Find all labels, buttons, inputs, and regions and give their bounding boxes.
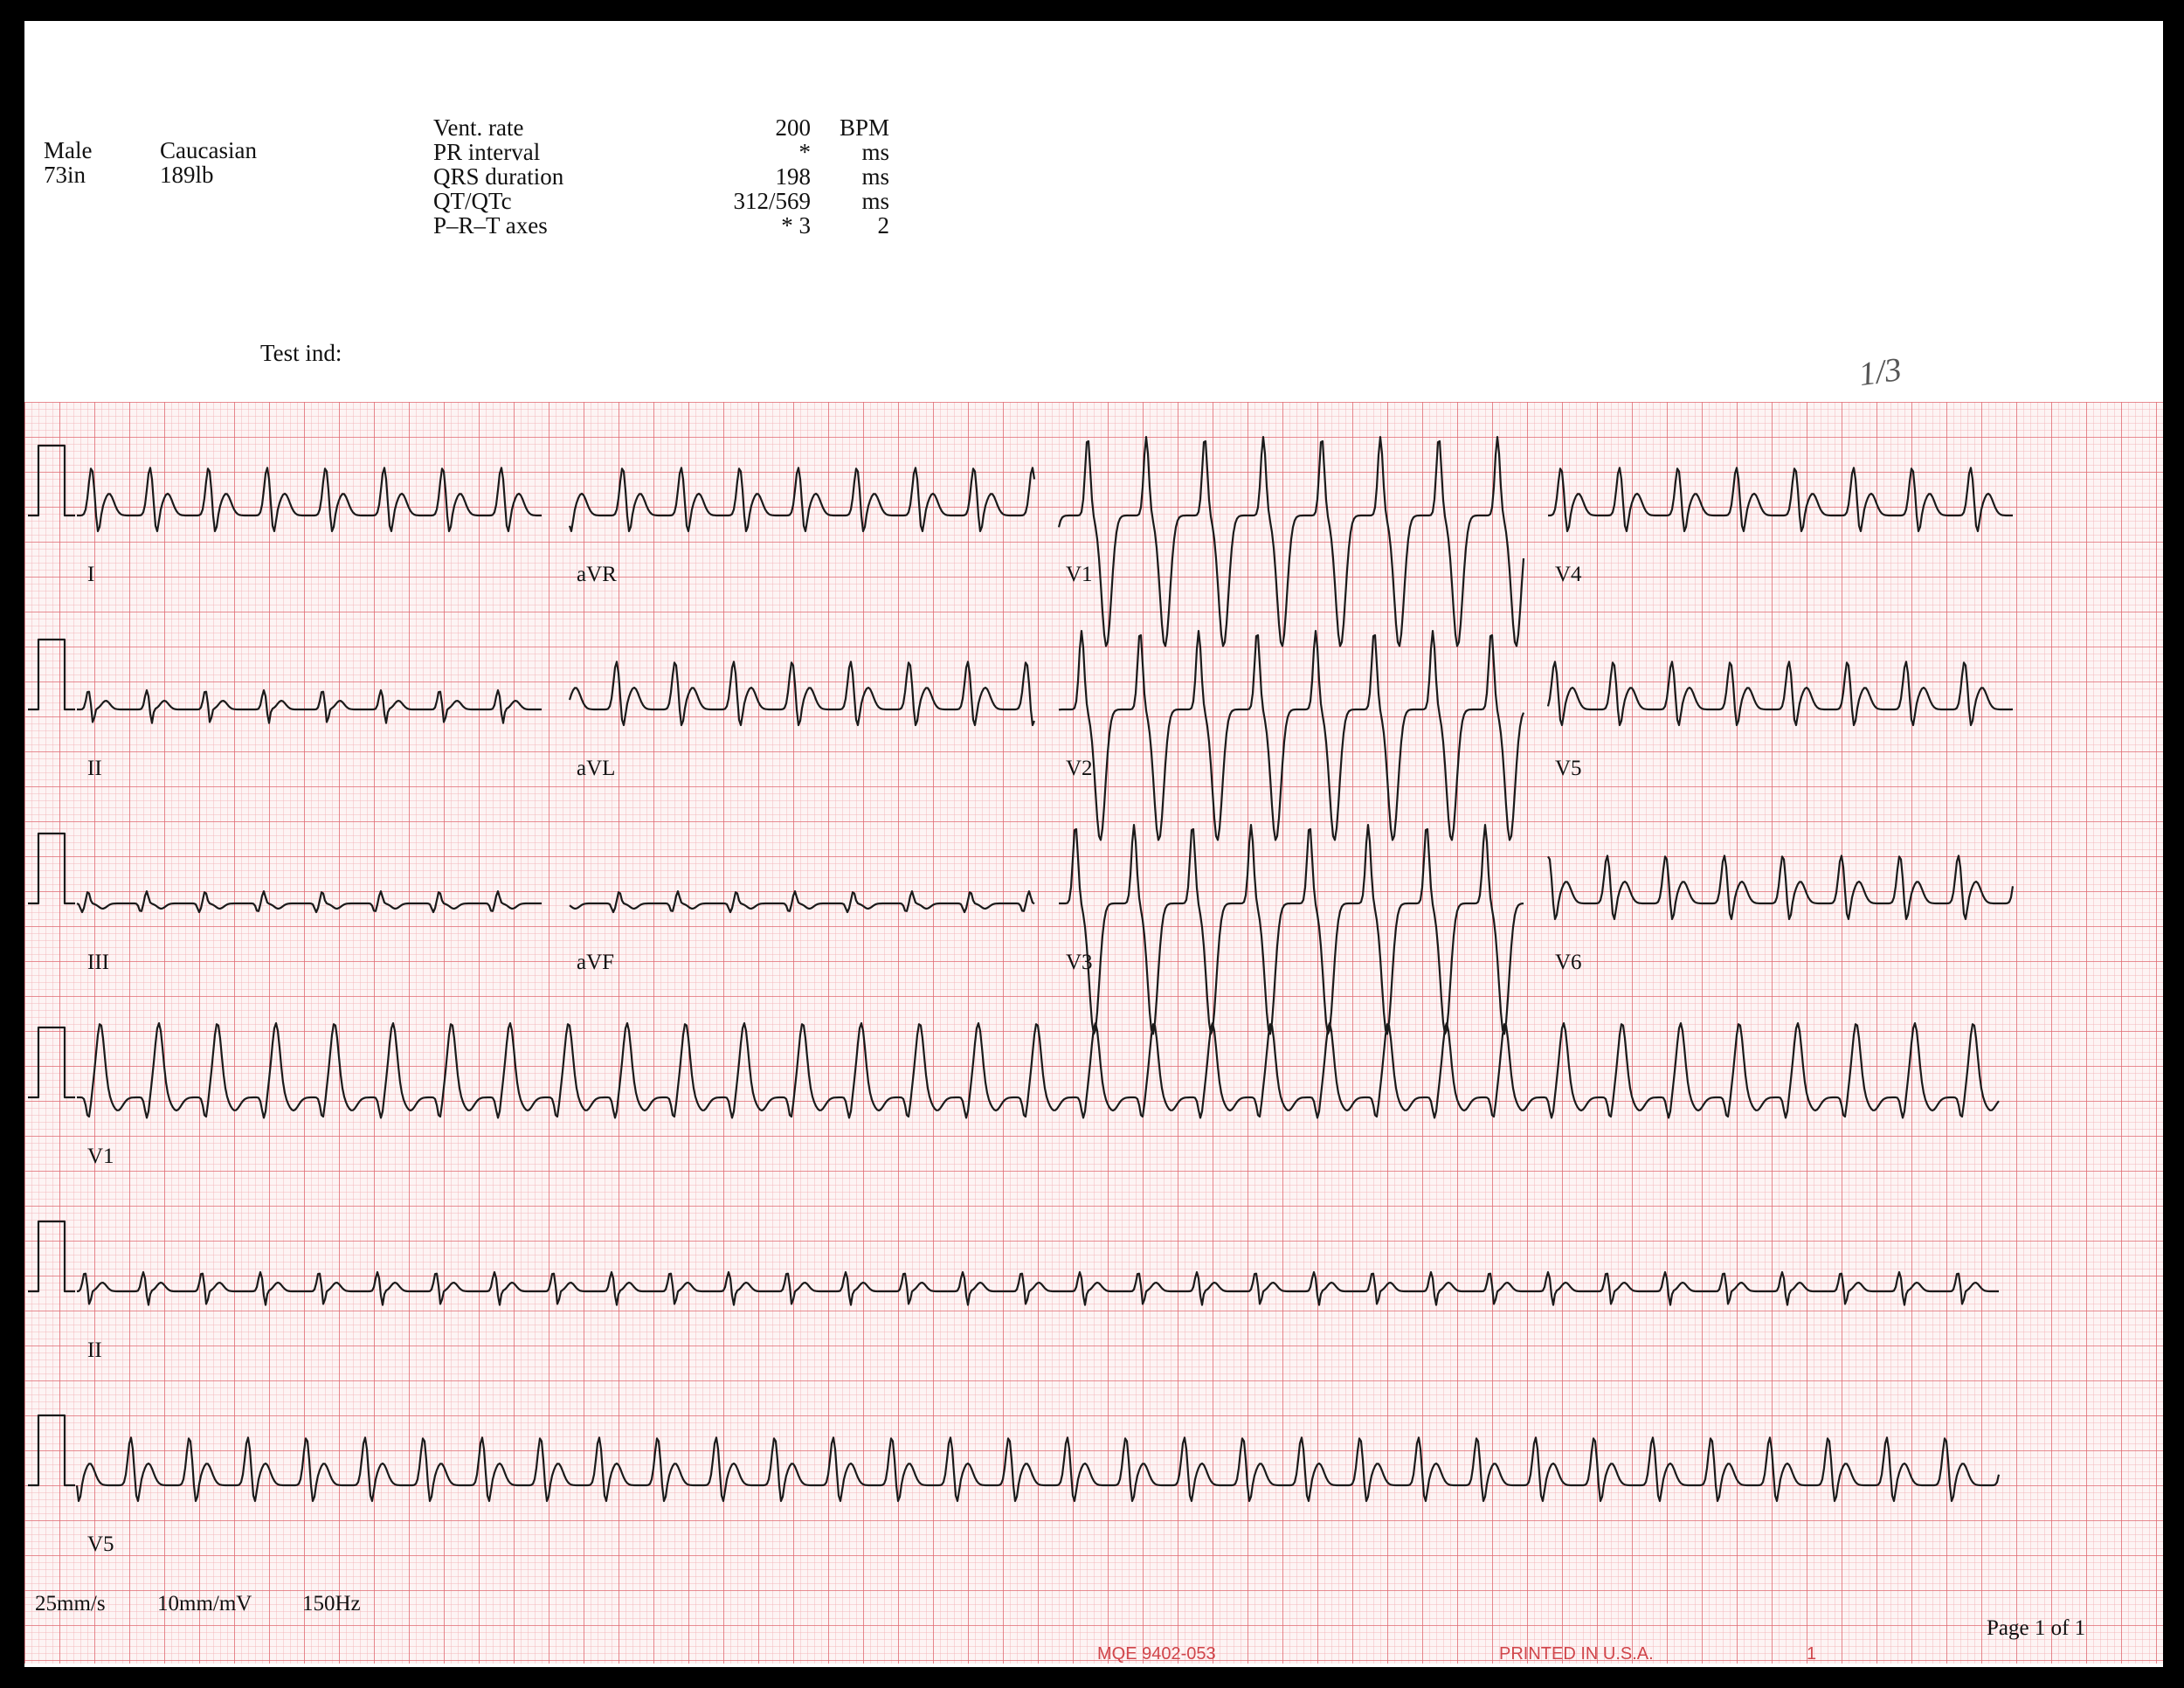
ecg-report-sheet: Male Caucasian 73in 189lb Vent. rate 200… bbox=[24, 21, 2163, 1667]
rhythm-label-II: II bbox=[87, 1339, 102, 1362]
lead-label-V3: V3 bbox=[1066, 951, 1093, 974]
lead-label-V6: V6 bbox=[1555, 951, 1582, 974]
filter: 150Hz bbox=[302, 1592, 361, 1615]
rhythm-label-V1: V1 bbox=[87, 1145, 114, 1168]
measure-value-vent-rate: 200 bbox=[775, 114, 812, 141]
measure-label-qt: QT/QTc bbox=[433, 188, 512, 214]
rhythm-label-V5: V5 bbox=[87, 1532, 114, 1556]
test-ind-label: Test ind: bbox=[260, 340, 342, 366]
lead-label-aVL: aVL bbox=[577, 757, 616, 780]
paper-speed: 25mm/s bbox=[35, 1592, 106, 1615]
handwritten-note: 1/3 bbox=[1856, 350, 1904, 394]
footer-page-number: 1 bbox=[1807, 1644, 1817, 1664]
measure-unit-qt: ms bbox=[861, 188, 889, 214]
measure-unit-qrs: ms bbox=[861, 163, 889, 190]
lead-label-I: I bbox=[87, 563, 95, 586]
measure-unit-vent-rate: BPM bbox=[839, 114, 889, 141]
patient-sex: Male bbox=[44, 137, 93, 163]
measure-value-qt: 312/569 bbox=[733, 188, 811, 214]
gain: 10mm/mV bbox=[157, 1592, 252, 1615]
measure-value-pr: * bbox=[798, 139, 812, 165]
measure-label-axes: P–R–T axes bbox=[433, 212, 548, 239]
patient-height: 73in bbox=[44, 162, 86, 188]
form-code: MQE 9402-053 bbox=[1097, 1644, 1216, 1664]
patient-weight: 189lb bbox=[160, 162, 214, 188]
lead-label-V1: V1 bbox=[1066, 563, 1093, 586]
lead-label-V5: V5 bbox=[1555, 757, 1582, 780]
lead-label-V4: V4 bbox=[1555, 563, 1582, 586]
page-indicator: Page 1 of 1 bbox=[1987, 1616, 2086, 1640]
lead-label-II: II bbox=[87, 757, 102, 780]
measure-unit-axes: 2 bbox=[877, 212, 890, 239]
measure-label-vent-rate: Vent. rate bbox=[433, 114, 524, 141]
measure-value-qrs: 198 bbox=[775, 163, 812, 190]
measure-label-pr: PR interval bbox=[433, 139, 541, 165]
ecg-strip bbox=[24, 402, 2163, 1664]
measure-unit-pr: ms bbox=[861, 139, 889, 165]
patient-race: Caucasian bbox=[160, 137, 257, 163]
measure-label-qrs: QRS duration bbox=[433, 163, 564, 190]
printed-in: PRINTED IN U.S.A. bbox=[1499, 1644, 1654, 1664]
measure-value-axes: * 3 bbox=[781, 212, 811, 239]
lead-label-V2: V2 bbox=[1066, 757, 1093, 780]
lead-label-III: III bbox=[87, 951, 109, 974]
lead-label-aVR: aVR bbox=[577, 563, 617, 586]
lead-label-aVF: aVF bbox=[577, 951, 615, 974]
